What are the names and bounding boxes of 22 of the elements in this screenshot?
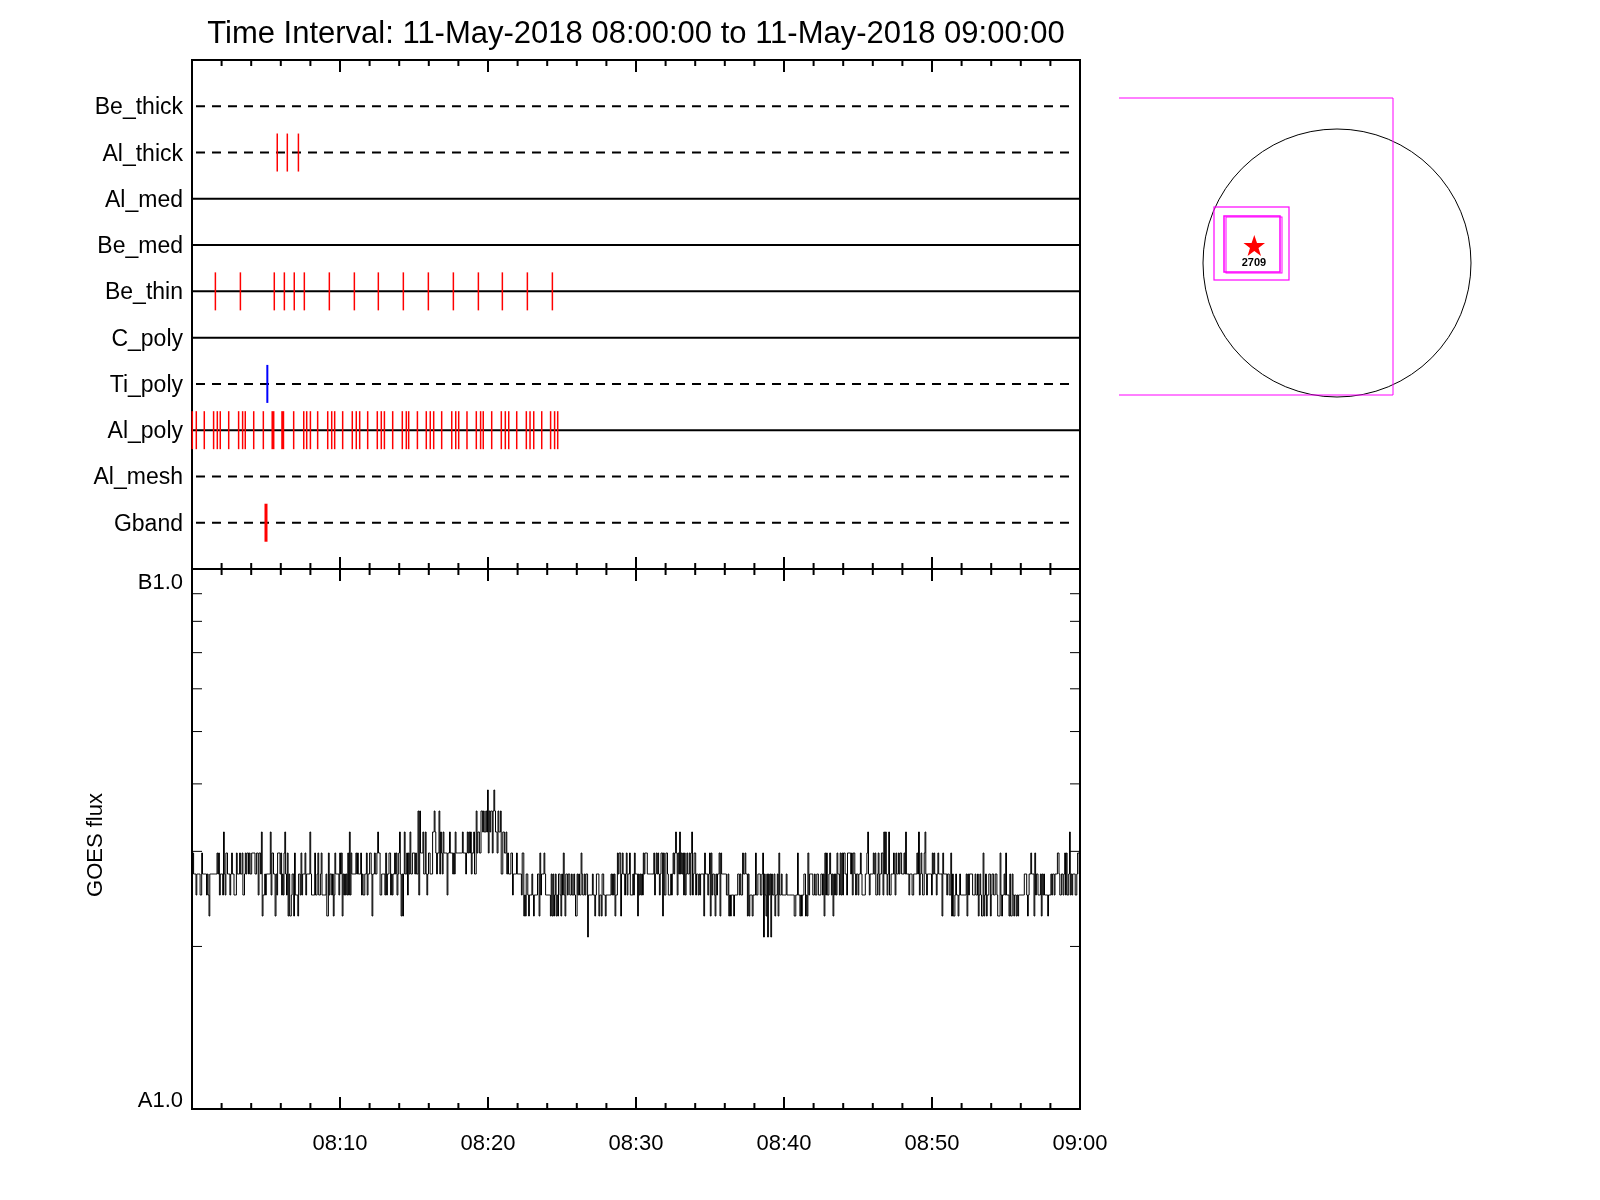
plot-title: Time Interval: 11-May-2018 08:00:00 to 11-May-2018 09:00:00: [207, 15, 1065, 50]
detector-label: Ti_poly: [109, 370, 183, 397]
region-number: 2709: [1241, 256, 1267, 268]
x-tick-label: 08:40: [756, 1130, 812, 1155]
detector-label: Al_thick: [102, 139, 183, 166]
detector-label: Be_med: [97, 232, 183, 259]
x-tick-label: 09:00: [1052, 1130, 1108, 1155]
y-tick-label: A1.0: [137, 1087, 183, 1112]
detector-label: Be_thick: [94, 93, 183, 120]
y-tick-label: B1.0: [137, 569, 183, 594]
detector-label: Al_poly: [107, 417, 183, 444]
detector-label: Al_med: [105, 185, 183, 212]
star-icon: [1243, 235, 1265, 256]
detector-label: Be_thin: [105, 278, 183, 305]
x-tick-label: 08:30: [608, 1130, 664, 1155]
x-tick-label: 08:50: [904, 1130, 960, 1155]
detector-label: C_poly: [111, 324, 183, 351]
detector-label: Gband: [113, 509, 183, 536]
detector-label: Al_mesh: [93, 463, 183, 490]
x-tick-label: 08:20: [460, 1130, 516, 1155]
x-tick-label: 08:10: [312, 1130, 368, 1155]
y-axis-title: GOES flux: [82, 793, 107, 897]
